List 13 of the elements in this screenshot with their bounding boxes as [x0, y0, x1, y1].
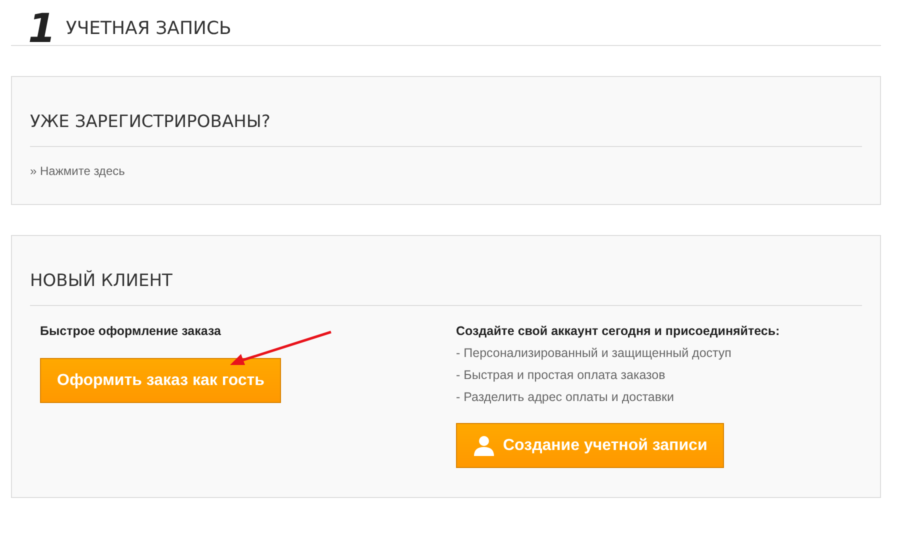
- panel-title: НОВЫЙ КЛИЕНТ: [30, 236, 862, 306]
- section-title: УЧЕТНАЯ ЗАПИСЬ: [66, 18, 232, 39]
- guest-checkout-button[interactable]: Оформить заказ как гость: [40, 358, 282, 403]
- benefit-text: - Быстрая и простая оплата заказов: [456, 368, 666, 382]
- create-account-button[interactable]: Создание учетной записи: [456, 423, 724, 468]
- click-here-link[interactable]: » Нажмите здесь: [30, 164, 125, 178]
- account-heading: Создайте свой аккаунт сегодня и присоединяйтесь:: [456, 324, 781, 338]
- step-number: 1: [28, 8, 56, 48]
- guest-heading: Быстрое оформление заказа: [40, 324, 222, 338]
- user-icon: [473, 434, 495, 456]
- benefit-text: - Разделить адрес оплаты и доставки: [456, 390, 675, 404]
- panel-title: УЖЕ ЗАРЕГИСТРИРОВАНЫ?: [30, 77, 862, 147]
- benefit-text: - Персонализированный и защищенный доступ: [456, 346, 732, 360]
